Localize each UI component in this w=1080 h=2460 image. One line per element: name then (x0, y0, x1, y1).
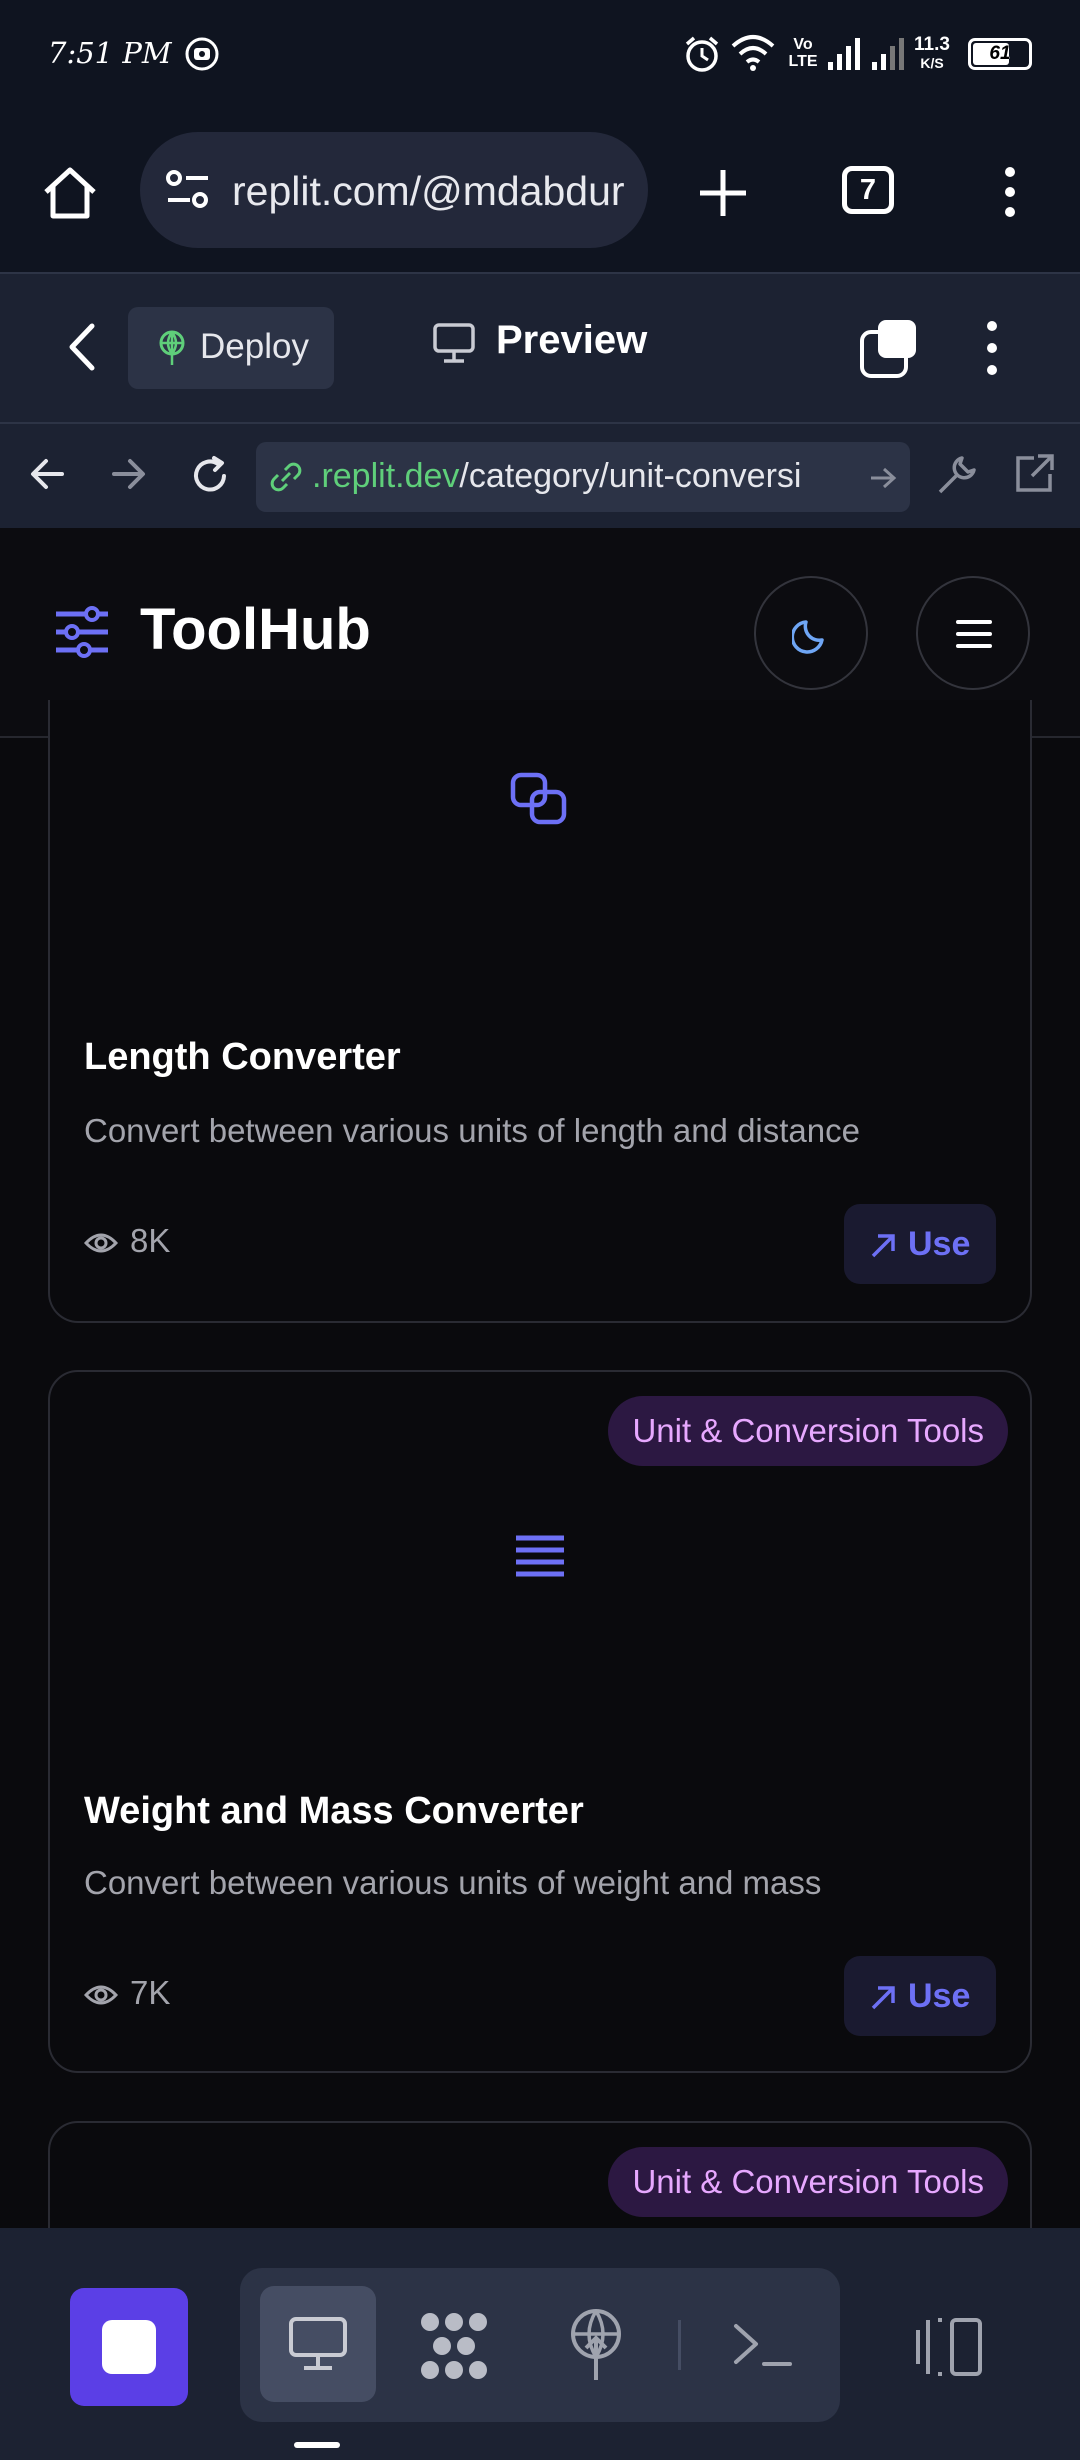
preview-label: Preview (496, 318, 648, 362)
home-indicator (294, 2442, 340, 2448)
battery-level: 61 (989, 43, 1011, 64)
card-title: Length Converter (84, 1036, 401, 1078)
status-bar: 7:51 PM Vo LTE 11.3 K/S 61 (0, 0, 1080, 108)
eye-icon (83, 1985, 119, 2005)
sliders-logo-icon (56, 606, 108, 658)
arrow-up-right-icon (871, 1234, 895, 1258)
preview-panel-tab[interactable] (260, 2286, 376, 2402)
card-title: Weight and Mass Converter (84, 1790, 584, 1832)
status-time: 7:51 PM (48, 36, 172, 70)
deploy-button[interactable]: Deploy (128, 307, 334, 389)
tool-card-length-converter[interactable]: Length Converter Convert between various… (48, 700, 1032, 1323)
tabs-icon[interactable] (858, 318, 920, 380)
menu-button[interactable] (916, 576, 1030, 690)
view-count: 7K (83, 1974, 171, 2012)
speed-value: 11.3 (914, 34, 950, 55)
arrow-up-right-icon (871, 1986, 895, 2010)
site-settings-icon[interactable] (164, 168, 212, 212)
battery-icon: 61 (968, 38, 1032, 70)
signal-icon-sim2 (872, 38, 904, 70)
volte-indicator: Vo LTE (788, 36, 818, 70)
address-bar-url: replit.com/@mdabdur (232, 168, 625, 214)
monitor-icon (289, 2317, 347, 2370)
tab-switcher-button[interactable]: 7 (842, 166, 894, 214)
divider (678, 2320, 681, 2370)
length-converter-icon (510, 772, 567, 825)
screen-record-icon (185, 37, 219, 71)
panel-switcher (240, 2268, 840, 2422)
preview-nav-bar: .replit.dev/category/unit-conversi (0, 422, 1080, 530)
reload-icon[interactable] (188, 454, 232, 498)
nav-back-icon[interactable] (28, 456, 66, 492)
address-bar[interactable]: replit.com/@mdabdur (140, 132, 648, 248)
theme-toggle-button[interactable] (754, 576, 868, 690)
view-count: 8K (83, 1222, 171, 1260)
category-badge: Unit & Conversion Tools (608, 1396, 1008, 1466)
wrench-icon[interactable] (934, 452, 980, 498)
stop-icon (102, 2320, 156, 2374)
replit-menu-icon[interactable] (980, 318, 1004, 378)
stop-button[interactable] (70, 2288, 188, 2406)
view-count-value: 8K (130, 1222, 171, 1259)
deploy-icon (159, 330, 185, 365)
replit-header: Deploy Preview (0, 272, 1080, 422)
go-arrow-icon[interactable] (868, 465, 898, 491)
eye-icon (83, 1233, 119, 1253)
browser-menu-icon[interactable] (996, 164, 1024, 220)
home-icon[interactable] (40, 164, 100, 220)
use-button[interactable]: Use (844, 1204, 996, 1284)
preview-url: .replit.dev/category/unit-conversi (312, 457, 872, 496)
category-badge: Unit & Conversion Tools (608, 2147, 1008, 2217)
signal-icon-sim1 (828, 38, 860, 70)
preview-url-bar[interactable]: .replit.dev/category/unit-conversi (256, 442, 910, 512)
wifi-icon (731, 35, 775, 71)
use-label: Use (908, 1225, 971, 1263)
open-external-icon[interactable] (1012, 452, 1056, 496)
deploy-panel-icon[interactable] (566, 2308, 626, 2382)
card-description: Convert between various units of length … (84, 1112, 860, 1149)
moon-icon (792, 620, 824, 654)
deploy-label: Deploy (200, 327, 309, 366)
preview-url-domain: .replit.dev (312, 457, 460, 495)
use-label: Use (908, 1977, 971, 2015)
weight-converter-icon (516, 1535, 564, 1577)
use-button[interactable]: Use (844, 1956, 996, 2036)
split-view-icon[interactable] (916, 2316, 986, 2378)
network-speed: 11.3 K/S (912, 34, 952, 72)
preview-url-path: /category/unit-conversi (459, 457, 802, 495)
speed-unit: K/S (920, 55, 944, 71)
monitor-icon (433, 323, 475, 363)
hamburger-icon (956, 620, 992, 648)
tool-card-weight-converter[interactable]: Unit & Conversion Tools Weight and Mass … (48, 1370, 1032, 2073)
link-icon (270, 462, 302, 492)
replit-bottom-bar (0, 2228, 1080, 2460)
nav-forward-icon[interactable] (110, 456, 148, 492)
app-brand: ToolHub (140, 597, 371, 662)
terminal-icon[interactable] (732, 2320, 794, 2370)
new-tab-icon[interactable] (696, 166, 750, 220)
back-chevron-icon[interactable] (64, 322, 100, 372)
view-count-value: 7K (130, 1974, 171, 2011)
agent-icon[interactable] (418, 2310, 490, 2382)
browser-toolbar: replit.com/@mdabdur 7 (0, 108, 1080, 272)
alarm-icon (685, 36, 719, 72)
card-description: Convert between various units of weight … (84, 1864, 822, 1901)
